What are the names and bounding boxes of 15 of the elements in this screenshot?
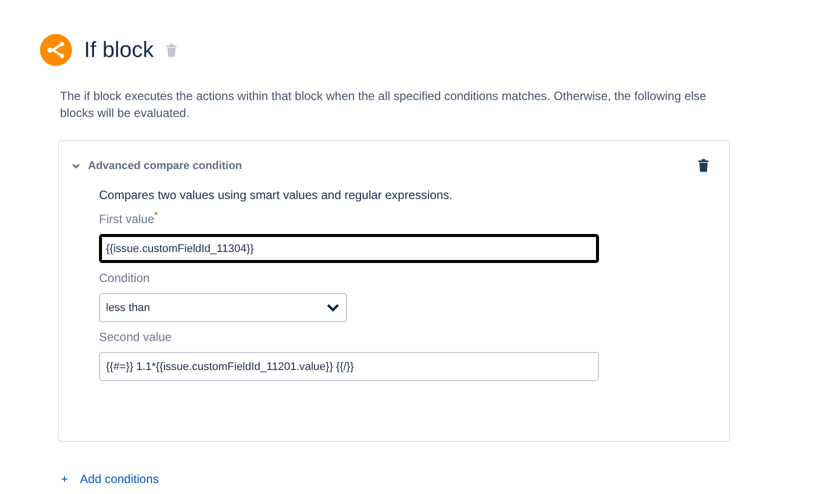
field-label: Second value	[99, 330, 173, 344]
block-title: If block	[84, 37, 154, 63]
condition-dropdown[interactable]: less than	[99, 293, 347, 322]
text-field[interactable]: {{issue.customFieldId_11304}}	[99, 234, 599, 263]
add-conditions-link[interactable]: Add conditions	[80, 472, 159, 486]
plus-icon[interactable]: +	[61, 472, 68, 486]
branch-icon	[40, 34, 72, 66]
field-label: First value$^{*}$	[99, 210, 159, 226]
text-field[interactable]: {{#=}} 1.1*{{issue.customFieldId_11201.value}} {{/}}	[99, 352, 599, 381]
delete-icon[interactable]	[698, 159, 709, 172]
condition-description: Compares two values using smart values and regular expressions.	[99, 188, 454, 202]
block-description: The if block executes the actions within that block when the all specified conditions matches. Otherwise, the following else blocks will be evaluated.	[60, 88, 708, 122]
condition-title[interactable]: Advanced compare condition	[88, 160, 691, 172]
chevron-icon	[326, 302, 340, 312]
field-label: Condition	[99, 271, 151, 285]
